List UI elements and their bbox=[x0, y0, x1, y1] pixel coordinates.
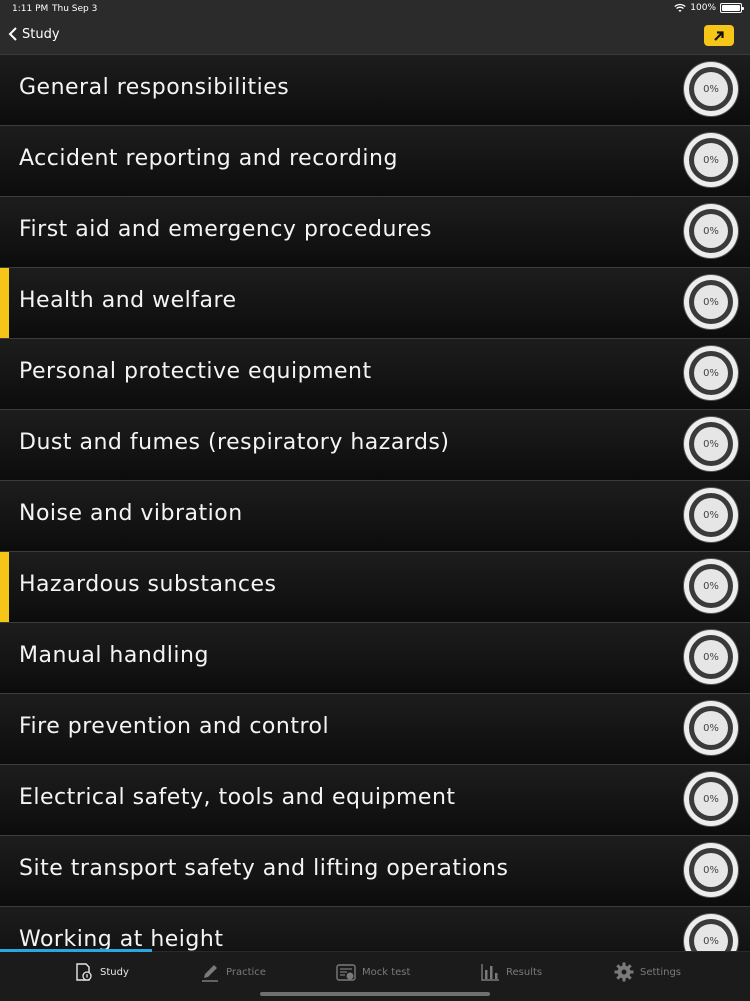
progress-circle: 0% bbox=[684, 417, 738, 471]
progress-circle: 0% bbox=[684, 488, 738, 542]
back-button[interactable]: Study bbox=[8, 26, 60, 42]
progress-percent: 0% bbox=[694, 214, 728, 248]
nav-bar: Study bbox=[0, 18, 750, 55]
chevron-left-icon bbox=[8, 27, 17, 41]
progress-percent: 0% bbox=[694, 427, 728, 461]
mock-test-icon bbox=[336, 964, 356, 981]
tab-progress-indicator bbox=[0, 949, 152, 952]
progress-percent: 0% bbox=[694, 143, 728, 177]
bar-chart-icon bbox=[481, 964, 499, 981]
progress-percent: 0% bbox=[694, 782, 728, 816]
topic-title: Site transport safety and lifting operat… bbox=[19, 856, 509, 881]
tab-results-label: Results bbox=[506, 966, 543, 978]
wifi-icon bbox=[674, 3, 686, 12]
topic-row[interactable]: Health and welfare 0% bbox=[0, 268, 750, 339]
status-date: Thu Sep 3 bbox=[52, 4, 98, 14]
home-indicator[interactable] bbox=[260, 992, 490, 996]
pencil-icon bbox=[202, 965, 218, 982]
progress-percent: 0% bbox=[694, 640, 728, 674]
battery-icon bbox=[720, 3, 744, 13]
topic-title: Personal protective equipment bbox=[19, 359, 372, 384]
topic-row[interactable]: General responsibilities 0% bbox=[0, 55, 750, 126]
progress-percent: 0% bbox=[694, 569, 728, 603]
tab-practice[interactable]: Practice bbox=[200, 962, 266, 982]
topic-row[interactable]: Manual handling 0% bbox=[0, 623, 750, 694]
topic-title: Dust and fumes (respiratory hazards) bbox=[19, 430, 450, 455]
topic-row[interactable]: First aid and emergency procedures 0% bbox=[0, 197, 750, 268]
tab-study[interactable]: Study bbox=[74, 962, 129, 982]
topic-row[interactable]: Dust and fumes (respiratory hazards) 0% bbox=[0, 410, 750, 481]
topic-title: Noise and vibration bbox=[19, 501, 243, 526]
progress-circle: 0% bbox=[684, 843, 738, 897]
topic-title: Fire prevention and control bbox=[19, 714, 330, 739]
topic-title: Electrical safety, tools and equipment bbox=[19, 785, 456, 810]
progress-percent: 0% bbox=[694, 711, 728, 745]
progress-percent: 0% bbox=[694, 853, 728, 887]
tab-bar: Study Practice Mock test Results Setting… bbox=[0, 949, 750, 1001]
topic-row[interactable]: Working at height 0% bbox=[0, 907, 750, 951]
progress-circle: 0% bbox=[684, 62, 738, 116]
progress-percent: 0% bbox=[694, 285, 728, 319]
topic-title: Hazardous substances bbox=[19, 572, 277, 597]
topic-list: General responsibilities 0% Accident repor… bbox=[0, 55, 750, 951]
topic-row[interactable]: Accident reporting and recording 0% bbox=[0, 126, 750, 197]
status-bar: 1:11 PM Thu Sep 3 100% bbox=[0, 0, 750, 18]
progress-circle: 0% bbox=[684, 204, 738, 258]
tab-practice-label: Practice bbox=[226, 966, 266, 978]
tab-settings-label: Settings bbox=[640, 966, 682, 978]
progress-circle: 0% bbox=[684, 346, 738, 400]
tab-mock-test[interactable]: Mock test bbox=[336, 962, 410, 982]
progress-circle: 0% bbox=[684, 133, 738, 187]
topic-title: Accident reporting and recording bbox=[19, 146, 398, 171]
tab-mock-test-label: Mock test bbox=[362, 966, 411, 978]
arrow-up-right-icon bbox=[714, 30, 724, 41]
progress-percent: 0% bbox=[694, 356, 728, 390]
progress-circle: 0% bbox=[684, 914, 738, 951]
topic-row[interactable]: Personal protective equipment 0% bbox=[0, 339, 750, 410]
status-right: 100% bbox=[674, 3, 744, 13]
progress-circle: 0% bbox=[684, 772, 738, 826]
progress-circle: 0% bbox=[684, 559, 738, 613]
progress-circle: 0% bbox=[684, 275, 738, 329]
progress-percent: 0% bbox=[694, 924, 728, 951]
topic-row[interactable]: Electrical safety, tools and equipment 0% bbox=[0, 765, 750, 836]
topic-title: Manual handling bbox=[19, 643, 209, 668]
status-time: 1:11 PM bbox=[12, 4, 49, 14]
back-label: Study bbox=[22, 26, 60, 42]
tab-results[interactable]: Results bbox=[480, 962, 542, 982]
tab-settings[interactable]: Settings bbox=[614, 962, 681, 982]
study-icon bbox=[76, 963, 92, 981]
topic-row[interactable]: Noise and vibration 0% bbox=[0, 481, 750, 552]
topic-title: Working at height bbox=[19, 927, 224, 951]
gear-icon bbox=[614, 962, 634, 982]
progress-circle: 0% bbox=[684, 630, 738, 684]
topic-row[interactable]: Fire prevention and control 0% bbox=[0, 694, 750, 765]
progress-circle: 0% bbox=[684, 701, 738, 755]
tab-study-label: Study bbox=[100, 966, 129, 978]
topic-title: First aid and emergency procedures bbox=[19, 217, 433, 242]
battery-percent: 100% bbox=[690, 3, 716, 13]
topic-row[interactable]: Site transport safety and lifting operat… bbox=[0, 836, 750, 907]
topic-title: General responsibilities bbox=[19, 75, 290, 100]
progress-percent: 0% bbox=[694, 498, 728, 532]
topic-row[interactable]: Hazardous substances 0% bbox=[0, 552, 750, 623]
topic-title: Health and welfare bbox=[19, 288, 237, 313]
progress-percent: 0% bbox=[694, 72, 728, 106]
share-button[interactable] bbox=[704, 25, 734, 46]
